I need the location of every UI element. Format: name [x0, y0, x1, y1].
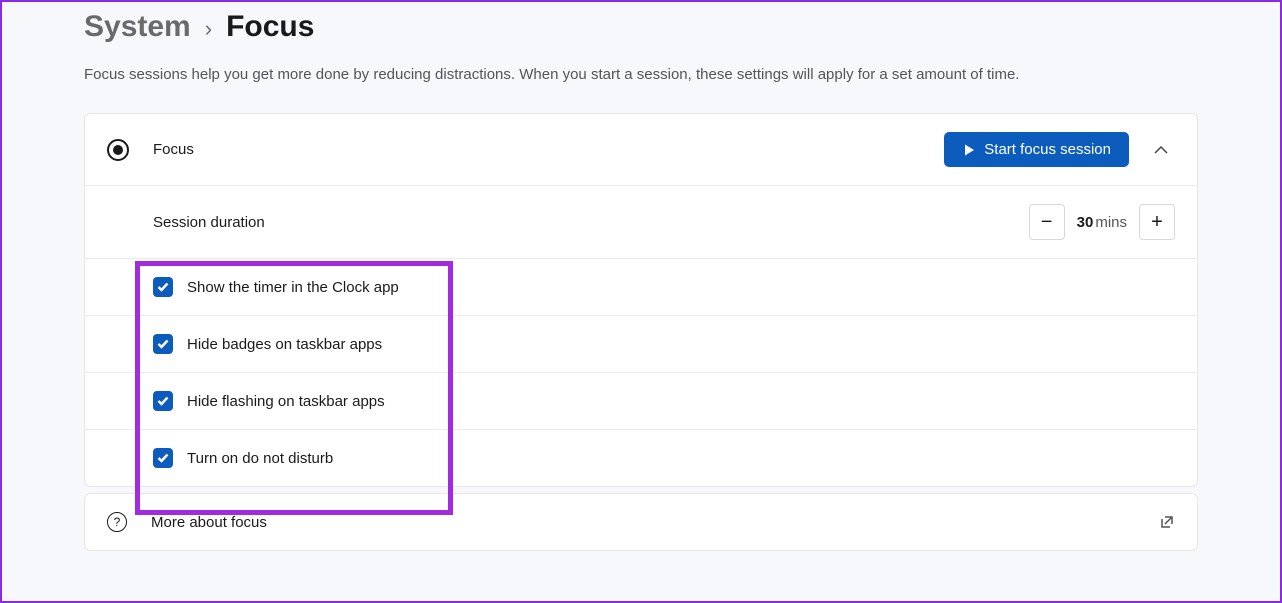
option-label: Hide badges on taskbar apps [187, 336, 382, 353]
checkbox-do-not-disturb[interactable] [153, 448, 173, 468]
duration-stepper: − 30mins + [1029, 204, 1175, 240]
chevron-up-icon [1154, 145, 1168, 154]
checkbox-hide-badges[interactable] [153, 334, 173, 354]
option-label: Show the timer in the Clock app [187, 279, 399, 296]
option-label: Hide flashing on taskbar apps [187, 393, 385, 410]
increment-button[interactable]: + [1139, 204, 1175, 240]
checkmark-icon [157, 396, 169, 406]
checkmark-icon [157, 339, 169, 349]
checkmark-icon [157, 453, 169, 463]
duration-value: 30 [1077, 214, 1094, 231]
open-external-icon [1159, 514, 1175, 530]
collapse-toggle[interactable] [1147, 136, 1175, 164]
focus-icon [107, 139, 129, 161]
breadcrumb-parent[interactable]: System [84, 10, 191, 44]
chevron-right-icon: › [205, 16, 212, 42]
duration-display: 30mins [1077, 214, 1127, 231]
start-focus-button[interactable]: Start focus session [944, 132, 1129, 167]
option-row-do-not-disturb: Turn on do not disturb [85, 430, 1197, 486]
decrement-button[interactable]: − [1029, 204, 1065, 240]
play-icon [962, 143, 976, 157]
focus-card-header: Focus Start focus session [85, 114, 1197, 186]
more-about-focus-link[interactable]: ? More about focus [84, 493, 1198, 551]
session-duration-row: Session duration − 30mins + [85, 186, 1197, 259]
option-row-hide-badges: Hide badges on taskbar apps [85, 316, 1197, 373]
checkbox-show-timer[interactable] [153, 277, 173, 297]
option-row-hide-flashing: Hide flashing on taskbar apps [85, 373, 1197, 430]
duration-unit: mins [1095, 214, 1127, 231]
breadcrumb: System › Focus [84, 10, 1198, 44]
page-description: Focus sessions help you get more done by… [84, 66, 1198, 83]
session-duration-label: Session duration [153, 214, 1029, 231]
focus-title: Focus [153, 141, 944, 158]
more-about-focus-label: More about focus [151, 514, 1159, 531]
option-row-show-timer: Show the timer in the Clock app [85, 259, 1197, 316]
checkbox-hide-flashing[interactable] [153, 391, 173, 411]
focus-card: Focus Start focus session Session durati… [84, 113, 1198, 487]
checkmark-icon [157, 282, 169, 292]
help-icon: ? [107, 512, 127, 532]
option-label: Turn on do not disturb [187, 450, 333, 467]
start-focus-label: Start focus session [984, 141, 1111, 158]
breadcrumb-current: Focus [226, 10, 314, 44]
